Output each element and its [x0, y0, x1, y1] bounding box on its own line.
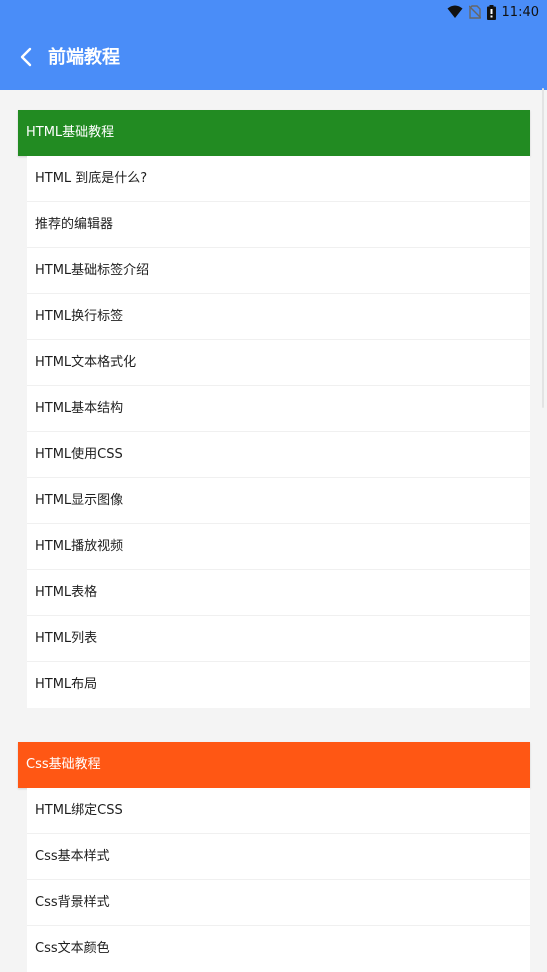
- list-item[interactable]: HTML基础标签介绍: [27, 248, 530, 294]
- list-item[interactable]: HTML显示图像: [27, 478, 530, 524]
- app-bar: 前端教程: [0, 24, 547, 90]
- wifi-icon: [447, 5, 463, 19]
- list-item[interactable]: HTML基本结构: [27, 386, 530, 432]
- list-item[interactable]: HTML换行标签: [27, 294, 530, 340]
- status-bar: 11:40: [0, 0, 547, 24]
- list-item[interactable]: HTML 到底是什么?: [27, 156, 530, 202]
- content-scroll[interactable]: HTML基础教程 HTML 到底是什么? 推荐的编辑器 HTML基础标签介绍 HTML换…: [0, 90, 547, 972]
- list-item[interactable]: HTML布局: [27, 662, 530, 708]
- list-item[interactable]: HTML列表: [27, 616, 530, 662]
- status-icons: 11:40: [447, 3, 539, 21]
- list-item[interactable]: 推荐的编辑器: [27, 202, 530, 248]
- battery-icon: [486, 4, 496, 20]
- scroll-indicator: [542, 88, 544, 408]
- status-time: 11:40: [501, 4, 539, 20]
- list-item[interactable]: Css基本样式: [27, 834, 530, 880]
- section-0: HTML基础教程 HTML 到底是什么? 推荐的编辑器 HTML基础标签介绍 HTML换…: [18, 110, 530, 708]
- section-header[interactable]: Css基础教程: [18, 742, 530, 788]
- section-items: HTML 到底是什么? 推荐的编辑器 HTML基础标签介绍 HTML换行标签 HTML文…: [27, 156, 530, 708]
- list-item[interactable]: Css背景样式: [27, 880, 530, 926]
- list-item[interactable]: HTML文本格式化: [27, 340, 530, 386]
- list-item[interactable]: Css文本颜色: [27, 926, 530, 972]
- list-item[interactable]: HTML绑定CSS: [27, 788, 530, 834]
- section-1: Css基础教程 HTML绑定CSS Css基本样式 Css背景样式 Css文本颜色: [18, 742, 530, 972]
- list-item[interactable]: HTML表格: [27, 570, 530, 616]
- no-sim-icon: [468, 5, 481, 19]
- page-title: 前端教程: [48, 47, 120, 68]
- chevron-left-icon[interactable]: [16, 46, 38, 68]
- section-header[interactable]: HTML基础教程: [18, 110, 530, 156]
- section-items: HTML绑定CSS Css基本样式 Css背景样式 Css文本颜色: [27, 788, 530, 972]
- list-item[interactable]: HTML播放视频: [27, 524, 530, 570]
- list-item[interactable]: HTML使用CSS: [27, 432, 530, 478]
